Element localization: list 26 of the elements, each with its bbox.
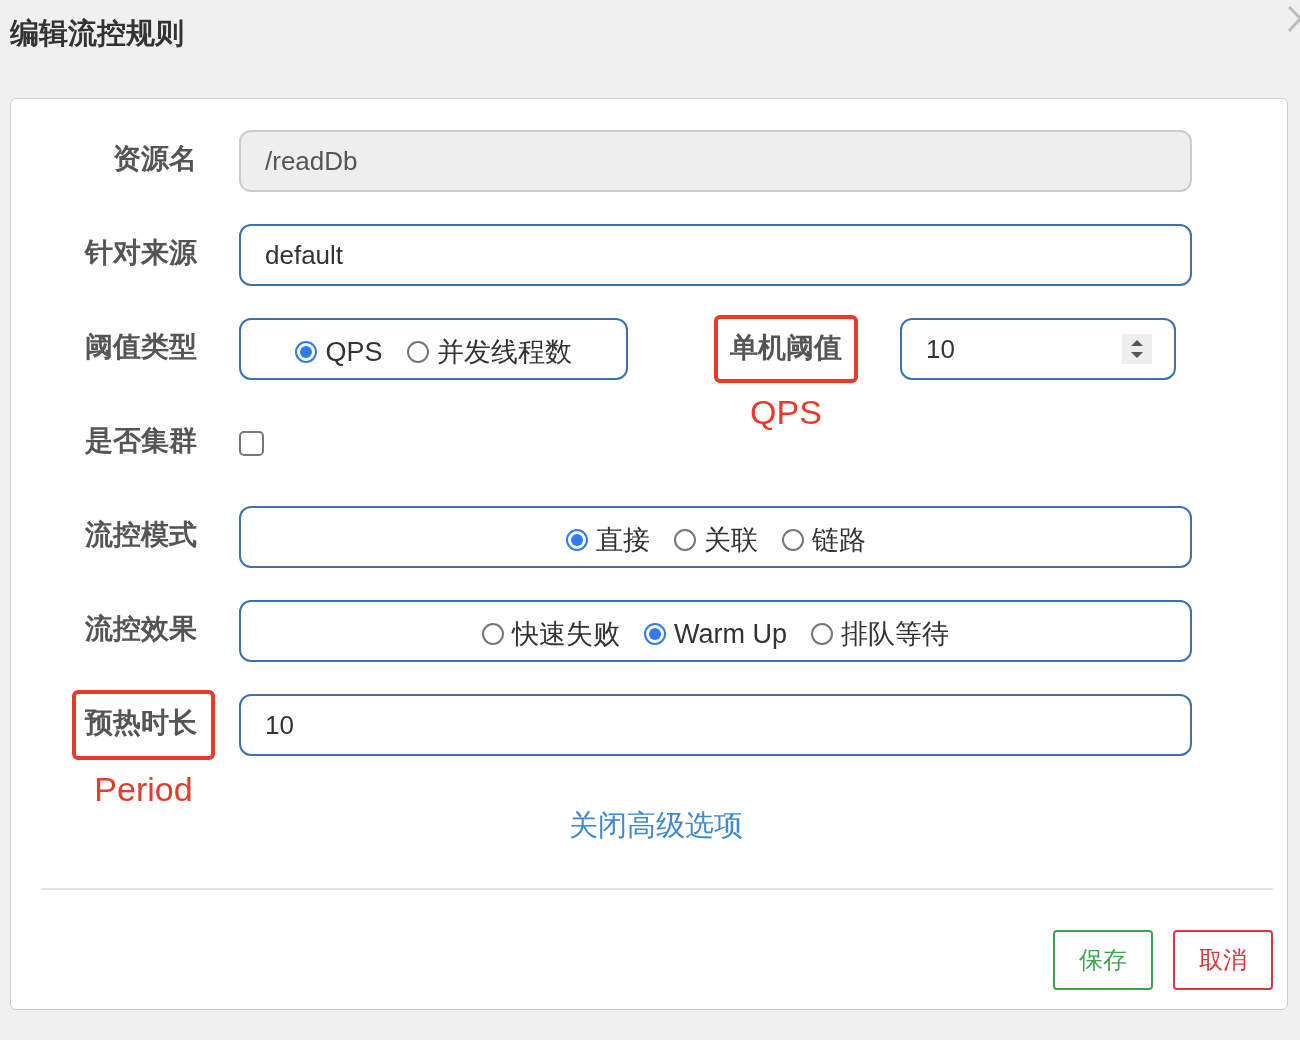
radio-option[interactable]: 链路: [781, 516, 866, 558]
field-label: 针对来源: [85, 237, 197, 268]
field-label: 阈值类型: [85, 331, 197, 362]
radio-option[interactable]: 直接: [565, 516, 650, 558]
spinner-icon[interactable]: [1122, 334, 1152, 364]
text-field[interactable]: default: [239, 224, 1192, 286]
field-label: 是否集群: [85, 425, 197, 456]
annotation-text: QPS: [749, 393, 823, 432]
radio-option[interactable]: 关联: [673, 516, 758, 558]
cancel-button[interactable]: 取消: [1173, 930, 1273, 990]
text-field[interactable]: 10: [239, 694, 1192, 756]
radio-option[interactable]: 排队等待: [811, 610, 949, 652]
field-label: 单机阈值: [730, 332, 842, 363]
radio-option[interactable]: QPS: [295, 330, 383, 368]
radio-option[interactable]: Warm Up: [644, 612, 787, 650]
checkbox[interactable]: [239, 430, 264, 456]
radio-option[interactable]: 并发线程数: [406, 328, 572, 370]
number-field[interactable]: 10: [900, 318, 1176, 380]
dialog-title: 编辑流控规则: [10, 16, 184, 51]
annotation-text: Period: [93, 770, 194, 809]
field-label: 预热时长: [85, 707, 197, 738]
field-label: 流控模式: [85, 519, 197, 550]
field-label: 流控效果: [85, 613, 197, 644]
radio-option[interactable]: 快速失败: [482, 610, 620, 652]
advanced-options-link[interactable]: 关闭高级选项: [569, 806, 743, 846]
field-label: 资源名: [113, 143, 197, 174]
